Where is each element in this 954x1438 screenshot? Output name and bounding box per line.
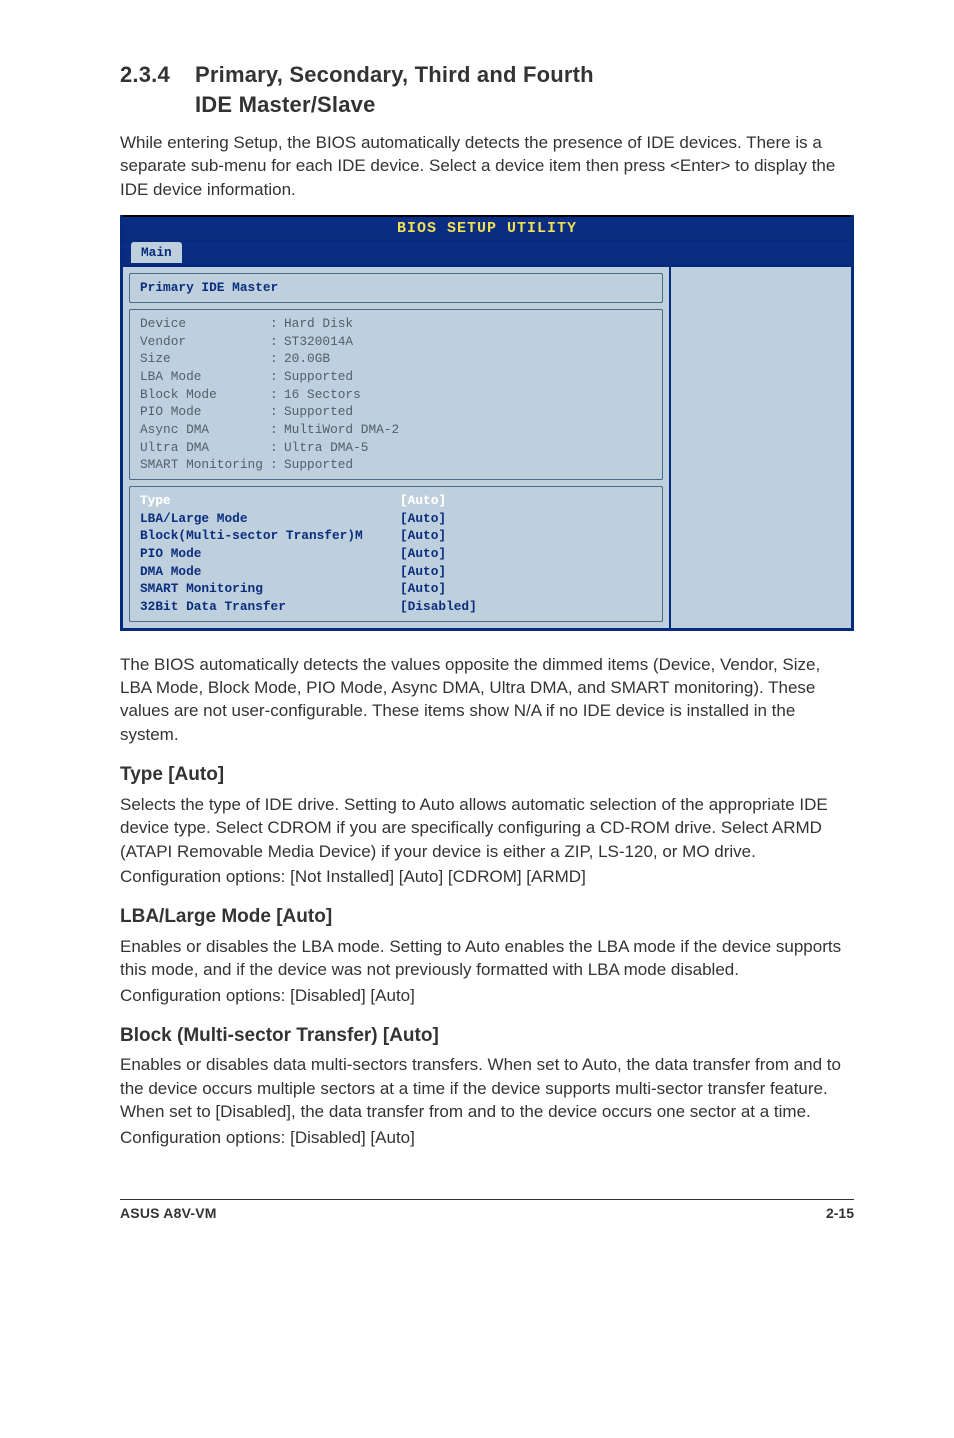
bios-setting-row: LBA/Large Mode[Auto]	[140, 510, 652, 528]
param-heading: Type [Auto]	[120, 762, 854, 788]
bios-left-pane: Primary IDE Master Device:Hard Disk Vend…	[123, 267, 671, 627]
param-heading: Block (Multi-sector Transfer) [Auto]	[120, 1023, 854, 1049]
param-options: Configuration options: [Not Installed] […	[120, 865, 854, 888]
bios-readonly-row: Size:20.0GB	[140, 350, 652, 368]
param-heading: LBA/Large Mode [Auto]	[120, 904, 854, 930]
bios-body: Primary IDE Master Device:Hard Disk Vend…	[123, 267, 851, 627]
bios-tabbar: Main	[123, 242, 851, 268]
bios-editable-panel: Type[Auto] LBA/Large Mode[Auto] Block(Mu…	[129, 486, 663, 622]
section-title-line2: IDE Master/Slave	[195, 92, 376, 117]
section-title: Primary, Secondary, Third and Fourth IDE…	[195, 60, 594, 121]
param-body: Enables or disables data multi-sectors t…	[120, 1053, 854, 1123]
bios-panel-title-box: Primary IDE Master	[129, 273, 663, 303]
param-body: Enables or disables the LBA mode. Settin…	[120, 935, 854, 982]
section-number: 2.3.4	[120, 60, 195, 121]
section-title-line1: Primary, Secondary, Third and Fourth	[195, 62, 594, 87]
bios-readonly-row: Ultra DMA:Ultra DMA-5	[140, 439, 652, 457]
footer-page-number: 2-15	[826, 1204, 854, 1223]
bios-readonly-row: Device:Hard Disk	[140, 315, 652, 333]
bios-readonly-row: Vendor:ST320014A	[140, 333, 652, 351]
param-body: Selects the type of IDE drive. Setting t…	[120, 793, 854, 863]
bios-setting-row: Type[Auto]	[140, 492, 652, 510]
bios-readonly-row: Block Mode:16 Sectors	[140, 386, 652, 404]
post-bios-paragraph: The BIOS automatically detects the value…	[120, 653, 854, 747]
bios-tab-main: Main	[131, 242, 182, 264]
bios-setting-row: 32Bit Data Transfer[Disabled]	[140, 598, 652, 616]
bios-setting-row: DMA Mode[Auto]	[140, 563, 652, 581]
bios-screenshot: BIOS SETUP UTILITY Main Primary IDE Mast…	[120, 215, 854, 631]
param-options: Configuration options: [Disabled] [Auto]	[120, 984, 854, 1007]
bios-readonly-row: SMART Monitoring:Supported	[140, 456, 652, 474]
bios-setting-row: SMART Monitoring[Auto]	[140, 580, 652, 598]
page-footer: ASUS A8V-VM 2-15	[120, 1204, 854, 1223]
intro-paragraph: While entering Setup, the BIOS automatic…	[120, 131, 854, 201]
section-heading: 2.3.4 Primary, Secondary, Third and Four…	[120, 60, 854, 121]
param-options: Configuration options: [Disabled] [Auto]	[120, 1126, 854, 1149]
bios-panel-title: Primary IDE Master	[140, 279, 652, 297]
bios-setting-row: PIO Mode[Auto]	[140, 545, 652, 563]
footer-product: ASUS A8V-VM	[120, 1204, 217, 1223]
bios-right-pane	[671, 267, 851, 627]
bios-utility-title: BIOS SETUP UTILITY	[123, 215, 851, 242]
bios-readonly-row: PIO Mode:Supported	[140, 403, 652, 421]
bios-readonly-row: Async DMA:MultiWord DMA-2	[140, 421, 652, 439]
bios-readonly-panel: Device:Hard Disk Vendor:ST320014A Size:2…	[129, 309, 663, 480]
bios-setting-row: Block(Multi-sector Transfer)M[Auto]	[140, 527, 652, 545]
bios-readonly-row: LBA Mode:Supported	[140, 368, 652, 386]
footer-rule	[120, 1199, 854, 1200]
